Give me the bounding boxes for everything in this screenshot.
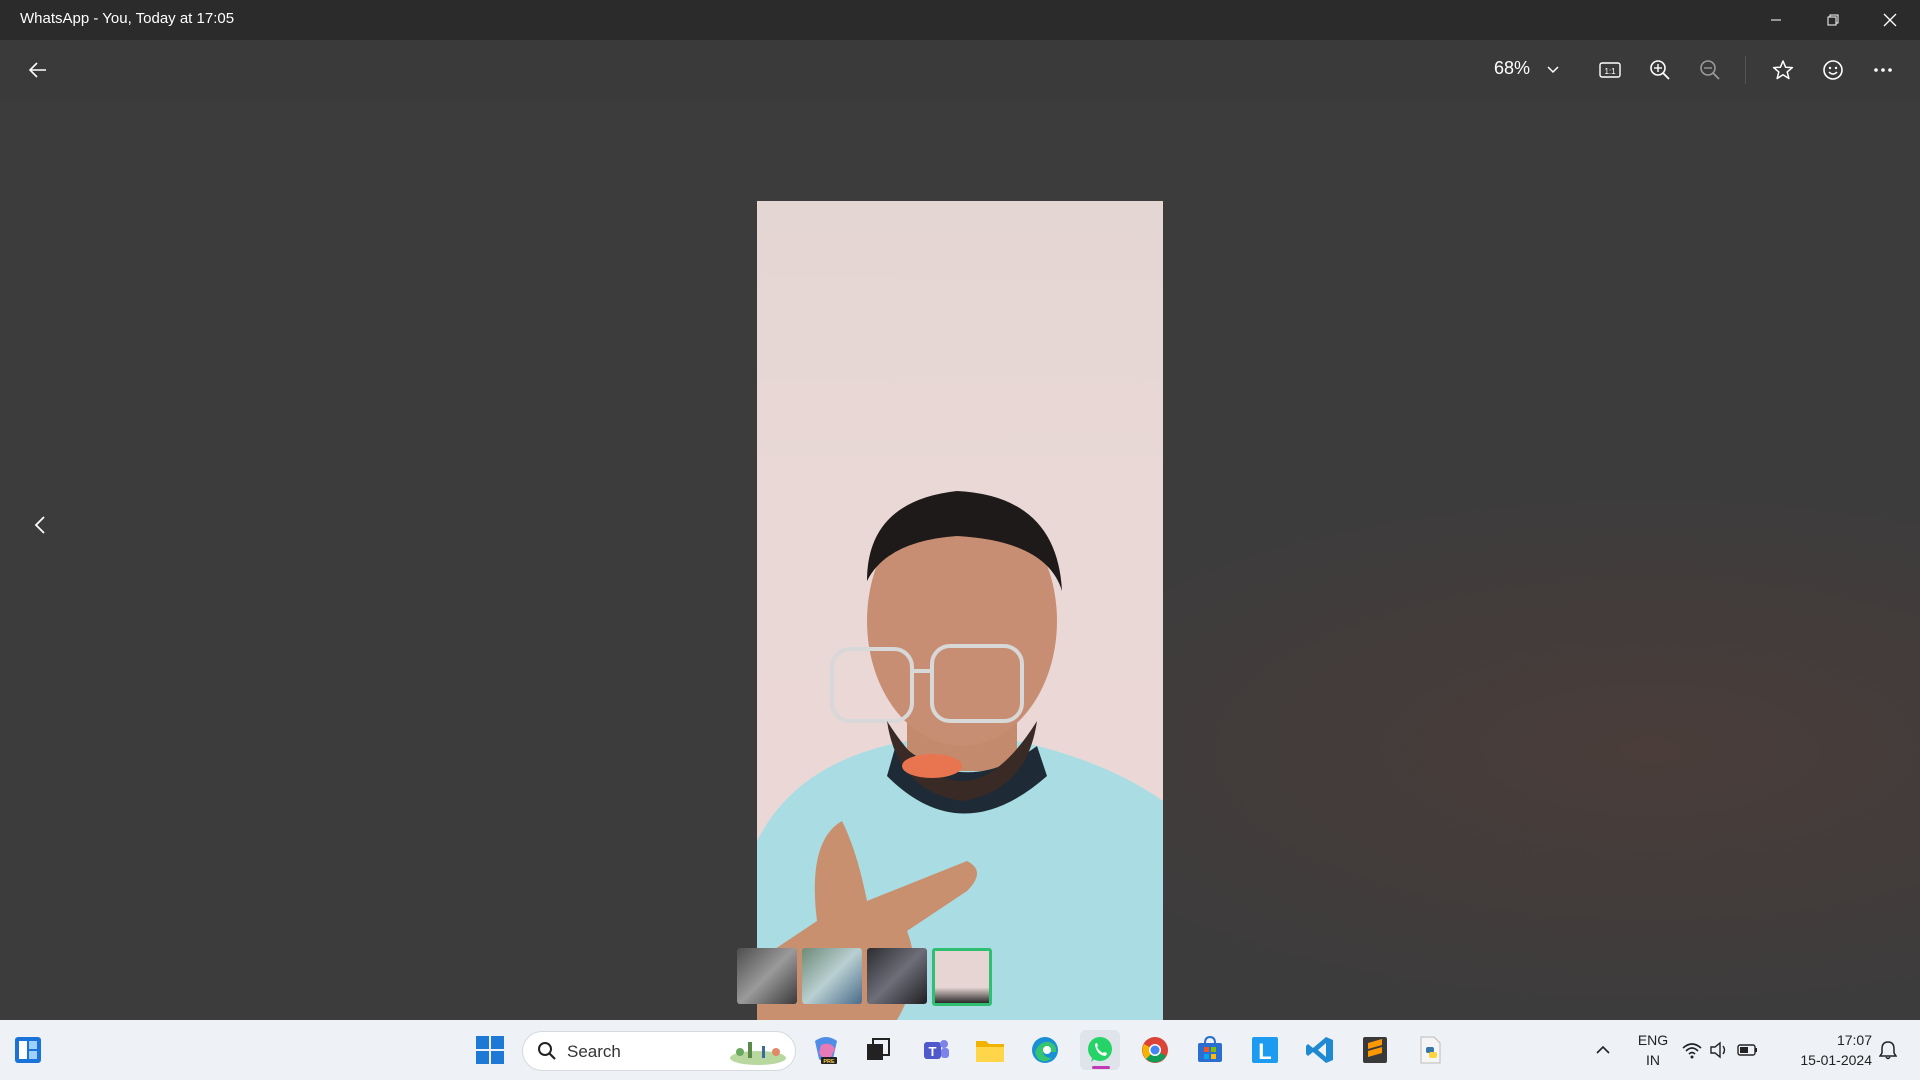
window-title: WhatsApp - You, Today at 17:05 [20,10,235,27]
active-app-indicator [1092,1066,1110,1069]
zoom-level[interactable]: 68% [1494,58,1530,79]
portrait-illustration [757,491,1163,1035]
taskbar-search[interactable]: Search [522,1031,796,1071]
python-file-button[interactable] [1410,1030,1450,1070]
l-app-icon: L [1252,1037,1278,1064]
search-highlight-icon [730,1042,786,1065]
bell-icon [1879,1041,1897,1060]
whatsapp-icon [1088,1037,1112,1062]
restore-button[interactable] [1805,0,1861,40]
folder-icon [976,1041,1004,1062]
svg-text:T: T [929,1044,937,1059]
thumbnail-strip [737,948,992,1008]
zoom-dropdown-button[interactable] [1533,50,1573,90]
clock-time[interactable]: 17:07 [1782,1032,1872,1048]
minimize-button[interactable] [1748,0,1804,40]
edge-button[interactable] [1025,1030,1065,1070]
back-arrow-icon [29,62,46,78]
windows-logo-icon [476,1036,504,1064]
start-button[interactable] [470,1030,510,1070]
actual-size-button[interactable]: 1:1 [1590,50,1630,90]
python-file-icon [1420,1036,1441,1064]
app-l-button[interactable]: L [1245,1030,1285,1070]
search-placeholder: Search [567,1042,621,1061]
whatsapp-button[interactable] [1080,1030,1120,1070]
file-explorer-button[interactable] [970,1030,1010,1070]
vscode-button[interactable] [1300,1030,1340,1070]
vscode-icon [1306,1037,1333,1063]
thumbnail-4-active[interactable] [932,948,992,1006]
edge-icon [1032,1037,1058,1063]
toolbar-separator [1745,56,1746,84]
clock-date[interactable]: 15-01-2024 [1782,1052,1872,1068]
taskbar [0,1020,1920,1080]
store-button[interactable] [1190,1030,1230,1070]
chevron-up-icon [1596,1045,1610,1054]
chevron-left-icon [34,516,45,534]
photo [757,201,1163,1035]
thumbnail-2[interactable] [802,948,862,1004]
zoom-in-button[interactable] [1640,50,1680,90]
title-bar: WhatsApp - You, Today at 17:05 [0,0,1920,40]
zoom-out-button[interactable] [1690,50,1730,90]
zoom-out-icon [1700,60,1720,80]
more-dots-icon [1874,68,1892,72]
thumbnail-1[interactable] [737,948,797,1004]
language-indicator[interactable]: ENG [1633,1032,1673,1048]
more-options-button[interactable] [1863,50,1903,90]
region-indicator[interactable]: IN [1633,1052,1673,1068]
star-icon [1772,60,1794,80]
teams-button[interactable]: T [916,1030,956,1070]
search-icon [538,1042,556,1060]
thumbnail-3[interactable] [867,948,927,1004]
svg-text:PRE: PRE [823,1059,835,1065]
wifi-icon [1682,1043,1702,1059]
teams-icon: T [924,1040,949,1059]
show-hidden-icons-button[interactable] [1583,1030,1623,1070]
store-icon [1198,1035,1222,1062]
chrome-button[interactable] [1135,1030,1175,1070]
favorite-button[interactable] [1763,50,1803,90]
volume-icon [1710,1041,1726,1059]
copilot-icon: PRE [815,1037,837,1065]
viewer-toolbar [0,40,1920,100]
image-viewer [0,100,1920,1035]
minimize-icon [1771,19,1781,21]
sublime-button[interactable] [1355,1030,1395,1070]
task-view-button[interactable] [858,1030,898,1070]
close-icon [1883,13,1897,27]
task-view-icon [867,1038,890,1060]
widgets-button[interactable] [8,1030,48,1070]
chrome-icon [1142,1037,1168,1063]
quick-settings-button[interactable] [1678,1030,1762,1070]
actual-size-icon: 1:1 [1599,62,1621,78]
back-button[interactable] [18,50,58,90]
react-button[interactable] [1813,50,1853,90]
close-button[interactable] [1862,0,1918,40]
copilot-button[interactable]: PRE [806,1030,846,1070]
previous-image-button[interactable] [20,505,60,545]
notifications-button[interactable] [1868,1030,1908,1070]
battery-icon [1737,1044,1757,1056]
chevron-down-icon [1547,66,1559,74]
restore-icon [1827,14,1839,26]
widgets-icon [15,1037,41,1063]
smiley-icon [1823,60,1843,80]
zoom-in-icon [1650,60,1670,80]
svg-text:L: L [1258,1039,1271,1064]
sublime-icon [1363,1037,1387,1063]
svg-text:1:1: 1:1 [1604,67,1616,76]
